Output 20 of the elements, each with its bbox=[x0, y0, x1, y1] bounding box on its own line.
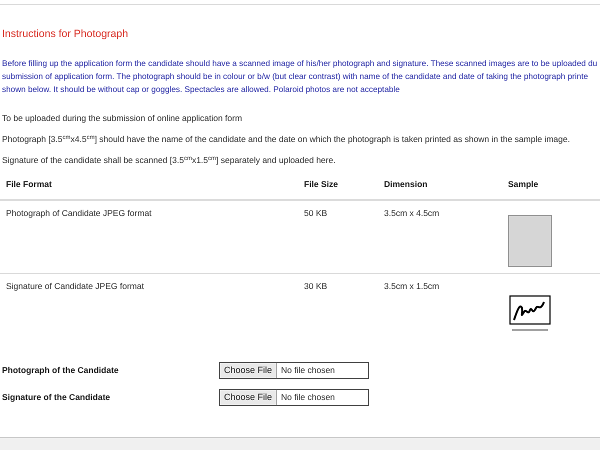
table-cell-text: 50 KB bbox=[303, 206, 328, 220]
table-cell-text: Signature of Candidate JPEG format bbox=[5, 280, 145, 293]
note-text: To be uploaded during the submission of online application form bbox=[2, 112, 244, 124]
field-label: Signature of the Candidate bbox=[2, 390, 112, 404]
section-heading: Instructions for Photograph bbox=[2, 27, 130, 42]
table-cell-text: 30 KB bbox=[303, 280, 328, 292]
note-text: Photograph [3.5$^{cm}$x4.5$^{cm}$] should have the name of the candidate and the date on which the photograph is taken printed as shown in the sample image. bbox=[2, 132, 571, 145]
column-header: File Size bbox=[298, 174, 378, 200]
table-cell-text: 3.5cm x 1.5cm bbox=[383, 280, 440, 292]
file-input[interactable]: Choose File No file chosen bbox=[219, 362, 369, 378]
file-input[interactable]: Choose File No file chosen bbox=[219, 388, 369, 406]
column-header: Dimension bbox=[378, 174, 502, 200]
instructions-paragraph: Before filling up the application form the candidate should have a scanned image of his/her photograph and signature. These scanned images are to be uploaded du submission of application form. The photograph should be in colour or b/w (but clear contrast) with name of the candidate and date of taking the photograph printe shown below. It should be without cap or goggles. Spectacles are allowed. Polaroid photos are not acceptable bbox=[2, 58, 598, 96]
photo-placeholder bbox=[508, 214, 552, 266]
table-cell-text: Photograph of Candidate JPEG format bbox=[5, 206, 153, 220]
table-cell-text: 3.5cm x 4.5cm bbox=[383, 206, 440, 220]
column-header: File Format bbox=[0, 174, 298, 200]
field-label: Photograph of the Candidate bbox=[2, 364, 120, 376]
column-header: Sample bbox=[502, 174, 600, 200]
note-text: Signature of the candidate shall be scanned [3.5$^{cm}$x1.5$^{cm}$] separately and uploaded here. bbox=[2, 154, 337, 166]
